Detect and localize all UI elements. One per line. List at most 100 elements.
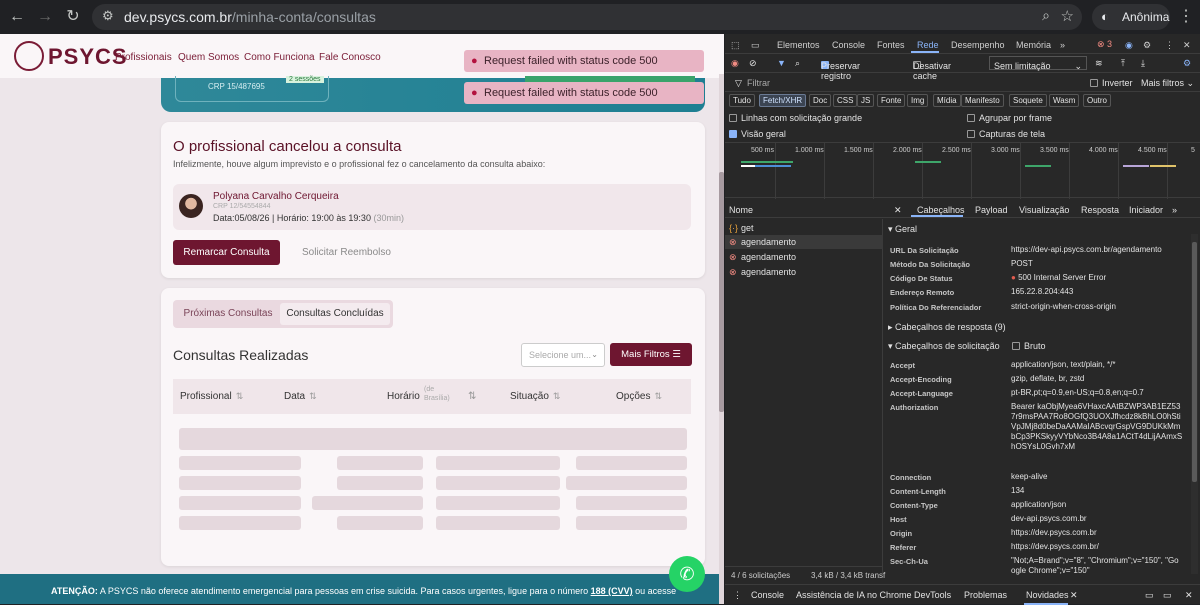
wifi-icon[interactable]: ≋ — [1095, 58, 1103, 69]
type-fonte[interactable]: Fonte — [877, 94, 906, 107]
forward-icon[interactable]: → — [34, 6, 56, 28]
col-situacao[interactable]: Situação ⇅ — [510, 391, 560, 402]
group-frame-checkbox[interactable]: Agrupar por frame — [967, 113, 1052, 123]
col-opcoes[interactable]: Opções ⇅ — [616, 391, 662, 402]
professional-name[interactable]: Polyana Carvalho Cerqueira — [213, 191, 339, 202]
filter-input[interactable]: Filtrar — [747, 78, 770, 88]
logo-icon[interactable] — [14, 41, 44, 71]
settings-icon[interactable]: ⚙ — [1143, 40, 1151, 51]
drawer-tab-problemas[interactable]: Problemas — [964, 590, 1007, 600]
menu-quem-somos[interactable]: Quem Somos — [178, 52, 239, 63]
tab-fontes[interactable]: Fontes — [877, 40, 905, 50]
tab-memoria[interactable]: Memória — [1016, 40, 1051, 50]
screenshots-checkbox[interactable]: Capturas de tela — [967, 129, 1045, 139]
professional-select[interactable]: Selecione um... ⌄ — [521, 343, 605, 367]
bookmark-star-icon[interactable]: ☆ — [1061, 7, 1074, 25]
response-headers-section[interactable]: ▸ Cabeçalhos de resposta (9) — [888, 322, 1006, 333]
incognito-indicator[interactable]: ◐ Anônima — [1092, 4, 1170, 30]
type-tudo[interactable]: Tudo — [729, 94, 755, 107]
network-timeline[interactable]: 500 ms 1.000 ms 1.500 ms 2.000 ms 2.500 … — [725, 142, 1200, 199]
tab-payload[interactable]: Payload — [975, 205, 1008, 215]
request-headers-section[interactable]: ▾ Cabeçalhos de solicitação — [888, 341, 1000, 352]
whatsapp-button[interactable]: ✆ — [669, 556, 705, 592]
request-row[interactable]: ⊗ agendamento — [725, 235, 883, 249]
reschedule-button[interactable]: Remarcar Consulta — [173, 240, 280, 265]
more-tabs-icon[interactable]: » — [1060, 40, 1065, 50]
download-icon[interactable]: ⤓ — [1141, 58, 1145, 69]
close-icon[interactable]: ✕ — [894, 205, 902, 216]
drawer-tab-console[interactable]: Console — [751, 590, 784, 600]
type-css[interactable]: CSS — [833, 94, 858, 107]
dock-icon[interactable]: ▭ — [1145, 590, 1154, 601]
tab-elementos[interactable]: Elementos — [777, 40, 820, 50]
invert-checkbox[interactable]: Inverter — [1090, 78, 1133, 88]
request-row[interactable]: ⊗ agendamento — [725, 250, 883, 264]
request-row[interactable]: {·} get — [725, 221, 883, 235]
page-scrollbar[interactable] — [719, 74, 724, 604]
scrollbar-thumb[interactable] — [1192, 242, 1197, 482]
address-bar[interactable]: ⚙ dev.psycs.com.br/minha-conta/consultas… — [92, 4, 1082, 30]
more-tabs-icon[interactable]: » — [1172, 205, 1177, 215]
record-icon[interactable]: ◉ — [731, 58, 739, 69]
error-toast[interactable]: ● Request failed with status code 500 — [464, 50, 704, 72]
detail-scrollbar[interactable] — [1191, 234, 1198, 574]
more-filters-dropdown[interactable]: Mais filtros ⌄ — [1141, 78, 1194, 89]
error-counter[interactable]: ⊗ 3 — [1097, 39, 1112, 50]
type-fetch-xhr[interactable]: Fetch/XHR — [759, 94, 807, 107]
request-row[interactable]: ⊗ agendamento — [725, 265, 883, 279]
scrollbar-thumb[interactable] — [719, 172, 724, 412]
menu-fale-conosco[interactable]: Fale Conosco — [319, 52, 381, 63]
menu-como-funciona[interactable]: Como Funciona — [244, 52, 315, 63]
col-profissional[interactable]: Profissional ⇅ — [180, 391, 243, 402]
type-soquete[interactable]: Soquete — [1009, 94, 1047, 107]
tab-cabecalhos[interactable]: Cabeçalhos — [917, 205, 965, 215]
cvv-link[interactable]: 188 (CVV) — [591, 586, 633, 596]
upload-icon[interactable]: ⤒ — [1121, 58, 1125, 69]
error-toast[interactable]: ● Request failed with status code 500 — [464, 82, 704, 104]
tab-iniciador[interactable]: Iniciador — [1129, 205, 1163, 215]
filter-icon[interactable]: ▼ — [777, 58, 786, 68]
tab-rede[interactable]: Rede — [917, 40, 939, 50]
tab-resposta[interactable]: Resposta — [1081, 205, 1119, 215]
menu-profissionais[interactable]: Profissionais — [115, 52, 172, 63]
overview-checkbox[interactable]: Visão geral — [729, 129, 786, 139]
tab-concluidas[interactable]: Consultas Concluídas — [280, 303, 390, 325]
tab-console[interactable]: Console — [832, 40, 865, 50]
drawer-tab-novidades[interactable]: Novidades — [1026, 590, 1069, 600]
drawer-tab-ai[interactable]: Assistência de IA no Chrome DevTools — [796, 590, 951, 600]
drawer-menu-icon[interactable]: ⋮ — [733, 590, 742, 601]
type-js[interactable]: JS — [857, 94, 875, 107]
reload-icon[interactable]: ↻ — [62, 6, 84, 28]
type-img[interactable]: Img — [907, 94, 929, 107]
devtools-menu-icon[interactable]: ⋮ — [1165, 40, 1174, 51]
col-nome[interactable]: Nome — [729, 205, 753, 215]
inspect-icon[interactable]: ⬚ — [731, 40, 740, 51]
col-data[interactable]: Data ⇅ — [284, 391, 317, 402]
type-midia[interactable]: Mídia — [933, 94, 961, 107]
undock-icon[interactable]: ▭ — [1163, 590, 1172, 601]
raw-checkbox[interactable]: Bruto — [1012, 341, 1046, 351]
search-icon[interactable]: ⌕ — [795, 58, 800, 69]
general-section[interactable]: ▾ Geral — [888, 224, 917, 235]
close-icon[interactable]: ✕ — [1070, 590, 1078, 601]
close-icon[interactable]: ✕ — [1185, 590, 1193, 601]
sort-icon[interactable]: ⇅ — [468, 391, 476, 402]
zoom-icon[interactable]: ⌕ — [1042, 7, 1050, 24]
more-filters-button[interactable]: Mais Filtros ☰ — [610, 343, 692, 366]
back-icon[interactable]: ← — [6, 6, 28, 28]
refund-button[interactable]: Solicitar Reembolso — [302, 247, 391, 258]
col-horario[interactable]: Horário — [387, 391, 420, 402]
network-settings-icon[interactable]: ⚙ — [1183, 58, 1191, 69]
device-toggle-icon[interactable]: ▭ — [751, 40, 760, 51]
tab-visualizacao[interactable]: Visualização — [1019, 205, 1069, 215]
type-outro[interactable]: Outro — [1083, 94, 1112, 107]
ai-assistant-icon[interactable]: ◉ — [1125, 40, 1133, 51]
site-info-icon[interactable]: ⚙ — [102, 8, 114, 24]
tab-desempenho[interactable]: Desempenho — [951, 40, 1005, 50]
type-doc[interactable]: Doc — [809, 94, 832, 107]
type-wasm[interactable]: Wasm — [1049, 94, 1080, 107]
large-rows-checkbox[interactable]: Linhas com solicitação grande — [729, 113, 862, 123]
throttle-select[interactable]: Sem limitação ⌄ — [989, 56, 1087, 71]
close-icon[interactable]: ✕ — [1183, 40, 1191, 51]
clear-icon[interactable]: ⊘ — [749, 58, 757, 69]
